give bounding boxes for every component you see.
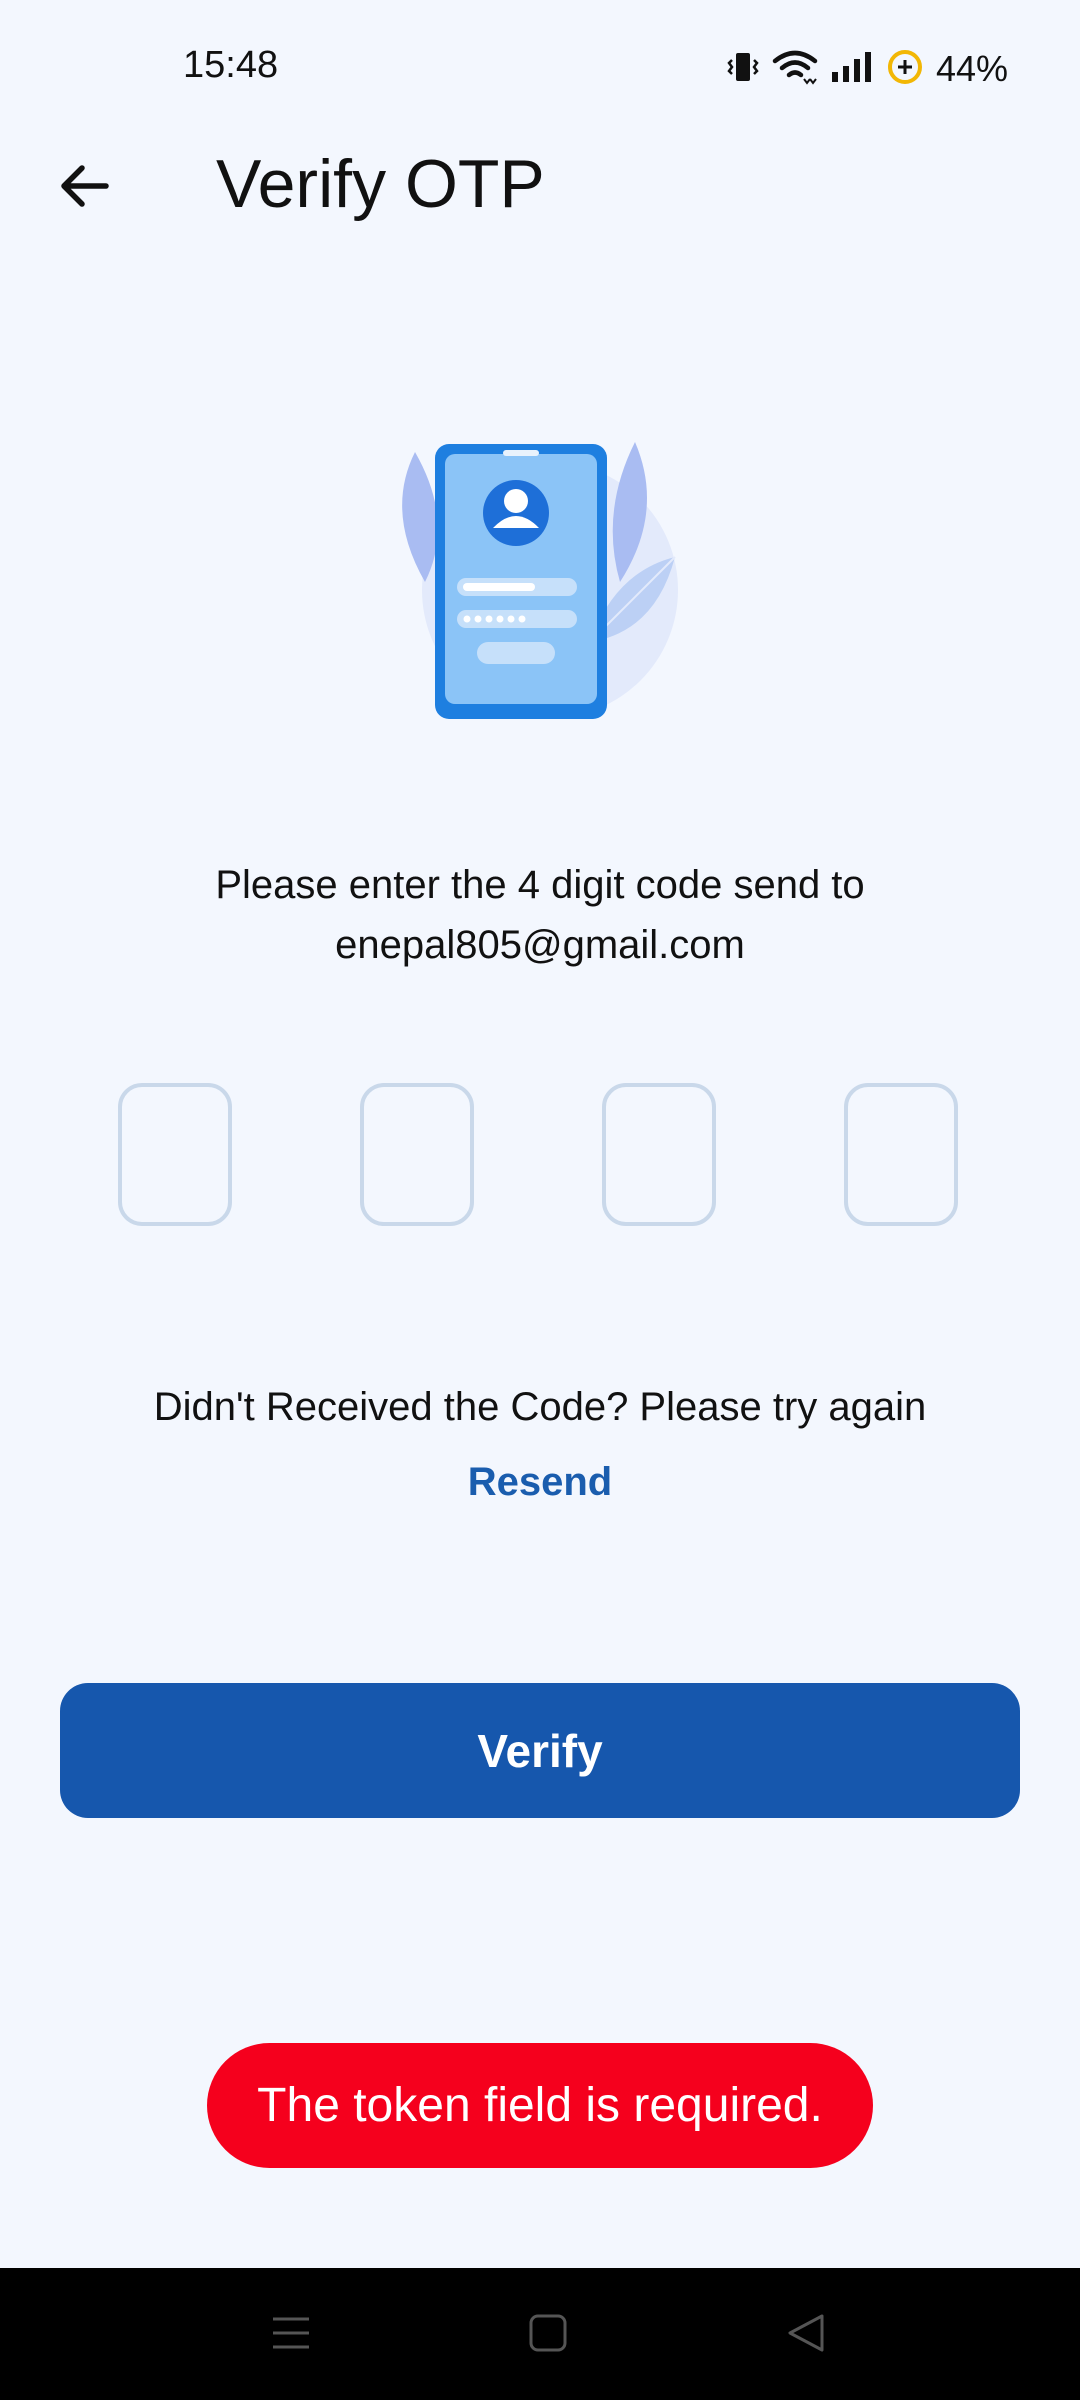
resend-link[interactable]: Resend bbox=[0, 1460, 1080, 1505]
page-title: Verify OTP bbox=[216, 146, 545, 222]
error-toast: The token field is required. bbox=[207, 2043, 873, 2168]
otp-instruction: Please enter the 4 digit code send to en… bbox=[0, 855, 1080, 975]
email-address: enepal805@gmail.com bbox=[335, 923, 745, 967]
instruction-text: Please enter the 4 digit code send to bbox=[215, 863, 865, 907]
menu-icon bbox=[271, 2313, 311, 2358]
wifi-icon bbox=[772, 49, 818, 90]
signal-icon bbox=[830, 50, 874, 89]
verify-button-label: Verify bbox=[477, 1724, 603, 1777]
vibrate-icon bbox=[726, 50, 760, 89]
back-button[interactable] bbox=[44, 148, 124, 228]
back-triangle-icon bbox=[786, 2313, 826, 2358]
toast-message: The token field is required. bbox=[257, 2079, 823, 2132]
otp-digit-3[interactable] bbox=[602, 1083, 716, 1226]
nav-menu-button[interactable] bbox=[261, 2310, 321, 2360]
nav-back-button[interactable] bbox=[776, 2310, 836, 2360]
home-icon bbox=[528, 2313, 568, 2358]
battery-percentage: 44% bbox=[935, 48, 1008, 89]
resend-prompt: Didn't Received the Code? Please try aga… bbox=[153, 1385, 927, 1429]
nav-home-button[interactable] bbox=[518, 2310, 578, 2360]
otp-digit-1[interactable] bbox=[118, 1083, 232, 1226]
otp-digit-4[interactable] bbox=[844, 1083, 958, 1226]
battery-saver-icon bbox=[886, 48, 924, 91]
status-time: 15:48 bbox=[183, 44, 279, 86]
otp-digit-2[interactable] bbox=[360, 1083, 474, 1226]
verify-button[interactable]: Verify bbox=[60, 1683, 1020, 1818]
status-icons: 44% bbox=[726, 46, 1008, 92]
arrow-left-icon bbox=[56, 158, 112, 219]
phone-login-illustration bbox=[385, 432, 695, 732]
